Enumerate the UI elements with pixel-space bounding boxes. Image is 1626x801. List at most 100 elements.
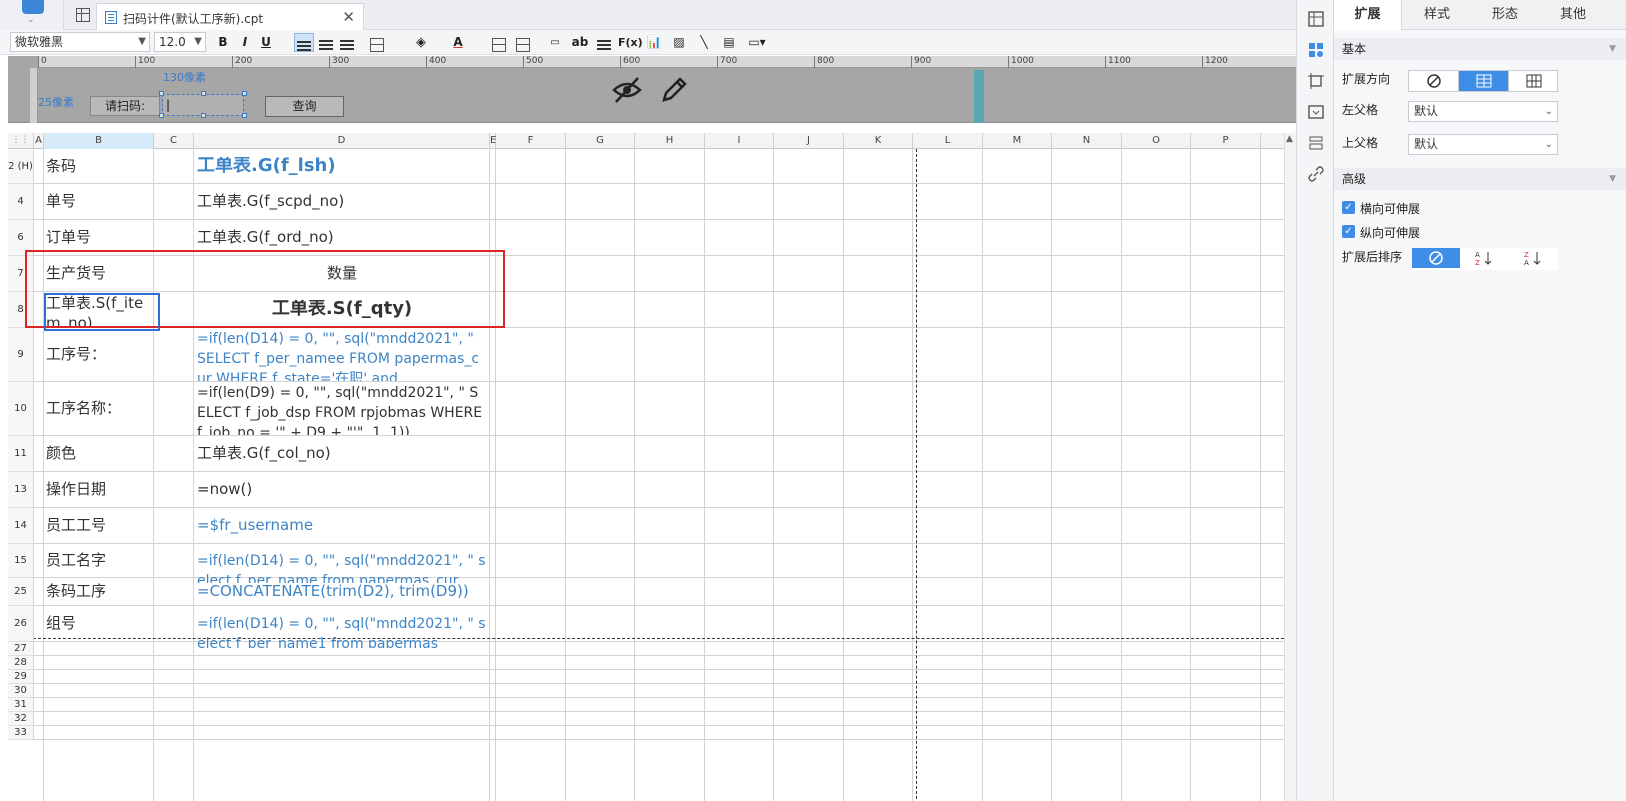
no-sort-option[interactable] xyxy=(1412,248,1460,268)
resize-handle[interactable] xyxy=(159,113,164,118)
slash-button[interactable]: ╲ xyxy=(695,33,713,52)
cell-b[interactable] xyxy=(46,656,152,668)
row-header[interactable]: 13 xyxy=(8,472,34,508)
cell-d[interactable] xyxy=(197,642,487,654)
resize-handle[interactable] xyxy=(242,113,247,118)
close-icon[interactable]: ✕ xyxy=(342,8,355,26)
chart-button[interactable]: 📊 xyxy=(645,33,663,52)
cell-attribute-icon[interactable] xyxy=(1307,41,1325,59)
row-header[interactable]: 31 xyxy=(8,698,34,712)
font-family-select[interactable]: 微软雅黑 ▼ xyxy=(10,32,150,52)
fill-color-button[interactable]: ◈ xyxy=(408,33,434,52)
align-left-button[interactable] xyxy=(294,33,314,52)
bold-button[interactable]: B xyxy=(215,33,231,52)
cell-d[interactable]: =CONCATENATE(trim(D2), trim(D9)) xyxy=(197,582,487,608)
section-advanced[interactable]: 高级 ▼ xyxy=(1334,168,1626,190)
cell-b[interactable]: 操作日期 xyxy=(46,480,152,514)
column-header-g[interactable]: G xyxy=(566,133,635,149)
row-header[interactable]: 27 xyxy=(8,642,34,656)
cell-b[interactable] xyxy=(46,670,152,682)
resize-handle[interactable] xyxy=(242,91,247,96)
cell-d[interactable]: =if(len(D9) = 0, "", sql("mndd2021", " S… xyxy=(197,383,487,435)
cell-b[interactable]: 订单号 xyxy=(46,228,152,262)
row-header[interactable]: 2 (H) xyxy=(8,150,34,184)
italic-button[interactable]: I xyxy=(237,33,253,52)
cell-d[interactable] xyxy=(197,684,487,696)
split-cells-button[interactable] xyxy=(514,33,532,52)
top-parent-select[interactable]: 默认 ⌄ xyxy=(1408,134,1558,155)
row-header[interactable]: 26 xyxy=(8,606,34,642)
resize-handle[interactable] xyxy=(159,91,164,96)
row-header[interactable]: 6 xyxy=(8,220,34,256)
hyperlink-icon[interactable] xyxy=(1307,165,1325,183)
no-expand-option[interactable] xyxy=(1409,71,1459,91)
cell-d[interactable]: 工单表.G(f_col_no) xyxy=(197,444,487,478)
cell-b[interactable]: 条码工序 xyxy=(46,582,152,608)
cell-d[interactable]: 工单表.G(f_ord_no) xyxy=(197,228,487,262)
row-header[interactable]: 10 xyxy=(8,382,34,436)
cell-d[interactable]: 工单表.G(f_scpd_no) xyxy=(197,192,487,226)
align-center-button[interactable] xyxy=(317,33,337,52)
cell-b[interactable] xyxy=(46,726,152,738)
chevron-down-icon[interactable]: ⌄ xyxy=(27,15,35,25)
cell-d[interactable] xyxy=(197,698,487,710)
row-header[interactable]: 4 xyxy=(8,184,34,220)
vertical-scrollbar[interactable]: ▲ xyxy=(1284,133,1296,801)
column-header-j[interactable]: J xyxy=(774,133,844,149)
horizontal-expand-option[interactable] xyxy=(1509,71,1559,91)
column-header-i[interactable]: I xyxy=(705,133,774,149)
row-header[interactable]: 7 xyxy=(8,256,34,292)
edit-pencil-icon[interactable] xyxy=(658,74,690,106)
column-header-d[interactable]: D xyxy=(194,133,490,149)
cell-b[interactable]: 条码 xyxy=(46,157,152,189)
row-header[interactable]: 33 xyxy=(8,726,34,740)
cell-element-icon[interactable] xyxy=(1307,10,1325,28)
sort-desc-option[interactable]: ZA xyxy=(1509,248,1558,268)
column-header-b[interactable]: B xyxy=(44,133,154,149)
column-header-m[interactable]: M xyxy=(983,133,1052,149)
column-header-n[interactable]: N xyxy=(1052,133,1122,149)
cell-d[interactable] xyxy=(197,670,487,682)
app-logo-icon[interactable] xyxy=(22,0,44,14)
align-right-button[interactable] xyxy=(338,33,358,52)
subreport-button[interactable]: ▤ xyxy=(720,33,738,52)
row-header[interactable]: 14 xyxy=(8,508,34,544)
paragraph-button[interactable] xyxy=(595,33,613,52)
float-element-icon[interactable] xyxy=(1307,72,1325,90)
widget-icon[interactable] xyxy=(1307,103,1325,121)
column-header-a[interactable]: A xyxy=(34,133,44,149)
cell-b[interactable] xyxy=(46,698,152,710)
row-header[interactable]: 29 xyxy=(8,670,34,684)
cell-b[interactable]: 工序号： xyxy=(46,345,152,397)
tab-report-file[interactable]: 扫码计件(默认工序新).cpt ✕ xyxy=(96,3,364,30)
cell-b[interactable] xyxy=(46,712,152,724)
tab-other[interactable]: 其他 xyxy=(1539,0,1607,30)
select-all-corner[interactable]: ⋮⋮ xyxy=(8,133,34,149)
cell-b[interactable]: 员工名字 xyxy=(46,551,152,583)
query-button[interactable]: 查询 xyxy=(265,96,344,117)
cell-b[interactable]: 员工工号 xyxy=(46,516,152,550)
cell-d[interactable]: =if(len(D14) = 0, "", sql("mndd2021", " … xyxy=(197,551,487,583)
h-expand-checkbox[interactable]: ✓ xyxy=(1342,201,1355,214)
column-header-l[interactable]: L xyxy=(913,133,983,149)
border-button[interactable] xyxy=(368,33,394,52)
cell-b[interactable]: 工单表.S(f_item_no) xyxy=(46,293,152,327)
v-expand-checkbox[interactable]: ✓ xyxy=(1342,225,1355,238)
row-header[interactable]: 11 xyxy=(8,436,34,472)
tab-expand[interactable]: 扩展 xyxy=(1334,0,1402,30)
cell-d[interactable]: =$fr_username xyxy=(197,516,487,550)
cell-d[interactable]: 数量 xyxy=(197,264,487,298)
spreadsheet-grid[interactable]: ⋮⋮ ABCDEFGHIJKLMNOP 2 (H) 4 6 7 8 9 10 11 13 14 15… xyxy=(8,133,1284,801)
scan-label[interactable]: 请扫码: xyxy=(90,96,160,116)
vertical-expand-option[interactable] xyxy=(1459,71,1509,91)
row-header[interactable]: 8 xyxy=(8,292,34,328)
cell-b[interactable]: 单号 xyxy=(46,192,152,226)
column-header-c[interactable]: C xyxy=(154,133,194,149)
cell-d[interactable] xyxy=(197,726,487,738)
cell-d[interactable] xyxy=(197,656,487,668)
column-header-h[interactable]: H xyxy=(635,133,705,149)
tab-style[interactable]: 样式 xyxy=(1403,0,1471,30)
text-button[interactable]: ab xyxy=(570,33,590,52)
tab-form[interactable]: 形态 xyxy=(1471,0,1539,30)
report-grid-icon[interactable] xyxy=(76,8,90,22)
